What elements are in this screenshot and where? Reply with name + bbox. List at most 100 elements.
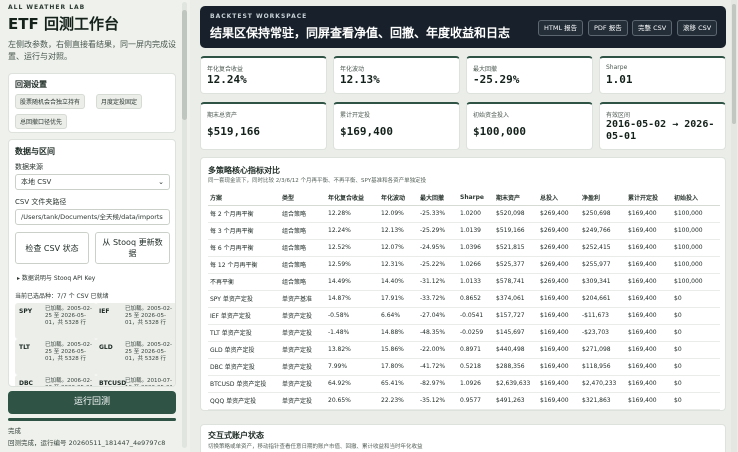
table-cell: $525,377: [494, 256, 538, 274]
table-cell: 0.9577: [458, 392, 494, 410]
metric-value: 1.01: [606, 73, 633, 86]
check-csv-button[interactable]: 检查 CSV 状态: [15, 232, 89, 264]
table-cell: 14.49%: [326, 273, 379, 291]
table-row: DBC 单资产定投 单资产定投 7.99% 17.80% -41.72% 0.5218 $2…: [208, 358, 720, 376]
table-cell: 12.13%: [379, 222, 418, 240]
table-header-row: 方案 类型 年化复合收益 年化波动 最大回撤 Sharpe 期末资产 总投入 净盈利 累计开定投初…: [208, 191, 720, 206]
table-cell: 单资产定投: [280, 358, 326, 376]
table-cell: $169,400: [626, 222, 672, 240]
table-cell: $145,697: [494, 324, 538, 342]
table-cell: $0: [672, 324, 720, 342]
column-header[interactable]: 期末资产: [494, 191, 538, 206]
chip-monthly-dca[interactable]: 月度定投固定: [96, 94, 143, 109]
column-header[interactable]: 总投入: [538, 191, 580, 206]
table-cell: -33.72%: [418, 290, 458, 308]
table-cell: 组合策略: [280, 222, 326, 240]
chip-drawdown-priority[interactable]: 总回撤口径优先: [15, 114, 68, 129]
metric-sharpe: Sharpe 1.01: [599, 56, 726, 94]
table-row: 每 6 个月再平衡 组合策略 12.52% 12.07% -24.95% 1.0396 $5…: [208, 239, 720, 257]
html-report-button[interactable]: HTML 报告: [538, 20, 584, 36]
table-cell: 1.0133: [458, 273, 494, 291]
sidebar-scroll-thumb[interactable]: [182, 10, 187, 120]
table-cell: $118,956: [580, 358, 626, 376]
table-cell: -24.95%: [418, 239, 458, 257]
app-title: ETF 回测工作台: [8, 15, 119, 33]
table-cell: 14.88%: [379, 324, 418, 342]
main-scroll-thumb[interactable]: [732, 4, 736, 124]
full-csv-button[interactable]: 完整 CSV: [632, 20, 673, 36]
sidebar-scrollbar[interactable]: [182, 2, 187, 448]
table-cell: $204,661: [580, 290, 626, 308]
metric-initial-capital: 初始资金投入 $100,000: [466, 102, 593, 150]
table-cell: 组合策略: [280, 256, 326, 274]
pdf-report-button[interactable]: PDF 报告: [588, 20, 628, 36]
table-cell: -$11,673: [580, 307, 626, 325]
metric-valid-range: 有效区间 2016-05-02 → 2026-05-01: [599, 102, 726, 150]
table-cell: $288,356: [494, 358, 538, 376]
table-cell: 单资产定投: [280, 341, 326, 359]
interactive-subtitle: 切换策略或单资产，移动指针查看任意日期的账户市值、回撤、累计收益和当时年化收益: [208, 444, 423, 450]
column-header[interactable]: 净盈利: [580, 191, 626, 206]
table-row: SPY 单资产定投 单资产基准 14.87% 17.91% -33.72% 0.8652 $…: [208, 290, 720, 308]
column-header[interactable]: 年化波动: [379, 191, 418, 206]
table-cell: 不再平衡: [208, 273, 280, 291]
table-cell: 组合策略: [280, 205, 326, 223]
metric-value: 12.24%: [207, 73, 247, 86]
column-header[interactable]: 累计开定投: [626, 191, 672, 206]
workspace-headline: 结果区保持常驻，同屏查看净值、回撤、年度收益和日志: [210, 26, 511, 40]
table-cell: -35.12%: [418, 392, 458, 410]
data-notes-toggle[interactable]: ▸ 数据说明与 Stooq API Key: [17, 273, 95, 282]
column-header[interactable]: Sharpe: [458, 191, 494, 206]
table-cell: SPY 单资产定投: [208, 290, 280, 308]
metric-total-dca: 累计开定投 $169,400: [333, 102, 460, 150]
strategy-comparison-card: 多策略核心指标对比 同一套现金流下，同时比较 2/3/6/12 个月再平衡、不再…: [200, 157, 726, 411]
table-cell: 0.8652: [458, 290, 494, 308]
chip-independent-hold[interactable]: 股票随机会合独立持有: [15, 94, 86, 109]
metric-value: $100,000: [473, 125, 526, 138]
settings-title: 回测设置: [15, 80, 47, 89]
metric-label: 累计开定投: [340, 112, 371, 119]
table-cell: 64.92%: [326, 375, 379, 393]
table-cell: -27.04%: [418, 307, 458, 325]
table-row: TLT 单资产定投 单资产定投 -1.48% 14.88% -48.35% -0.0259…: [208, 324, 720, 342]
table-cell: 每 2 个月再平衡: [208, 205, 280, 223]
run-backtest-button[interactable]: 运行回测: [8, 391, 176, 414]
table-cell: 20.65%: [326, 392, 379, 410]
table-cell: -82.97%: [418, 375, 458, 393]
table-cell: 12.52%: [326, 239, 379, 257]
table-cell: 每 12 个月再平衡: [208, 256, 280, 274]
column-header[interactable]: 初始投入: [672, 191, 720, 206]
table-row: IEF 单资产定投 单资产定投 -0.58% 6.64% -27.04% -0.0541 $…: [208, 307, 720, 325]
main-scrollbar[interactable]: [731, 0, 737, 452]
settings-card: 回测设置 股票随机会合独立持有 月度定投固定 总回撤口径优先: [8, 73, 176, 133]
table-cell: $252,415: [580, 239, 626, 257]
table-cell: 1.0266: [458, 256, 494, 274]
csv-path-input[interactable]: /Users/tank/Documents/全天候/data/imports: [15, 209, 170, 225]
table-cell: -48.35%: [418, 324, 458, 342]
table-cell: 1.0139: [458, 222, 494, 240]
table-cell: $520,098: [494, 205, 538, 223]
source-select[interactable]: 本地 CSV ⌄: [15, 174, 170, 190]
update-stooq-button[interactable]: 从 Stooq 更新数据: [95, 232, 170, 264]
asset-ticker: IEF: [99, 308, 110, 315]
workspace-eyebrow: BACKTEST WORKSPACE: [210, 13, 308, 20]
metric-cagr: 年化复合收益 12.24%: [200, 56, 327, 94]
table-cell: $169,400: [626, 324, 672, 342]
column-header[interactable]: 最大回撤: [418, 191, 458, 206]
run-progress-bar: [8, 418, 176, 421]
table-cell: $271,098: [580, 341, 626, 359]
asset-card-tlt: TLT 已加载。2005-02-25 至 2026-05-01，共 5328 行: [15, 339, 97, 375]
table-cell: $169,400: [626, 290, 672, 308]
metric-label: 期末总资产: [207, 112, 238, 119]
table-cell: 组合策略: [280, 273, 326, 291]
asset-card-ief: IEF 已加载。2005-02-25 至 2026-05-01，共 5328 行: [95, 303, 175, 339]
table-cell: $0: [672, 358, 720, 376]
table-cell: $491,263: [494, 392, 538, 410]
metric-label: Sharpe: [606, 64, 628, 71]
column-header[interactable]: 方案: [208, 191, 280, 206]
table-cell: $100,000: [672, 239, 720, 257]
rolling-csv-button[interactable]: 滚移 CSV: [677, 20, 718, 36]
asset-status: 已加载。2005-02-25 至 2026-05-01，共 5328 行: [125, 342, 172, 362]
column-header[interactable]: 类型: [280, 191, 326, 206]
column-header[interactable]: 年化复合收益: [326, 191, 379, 206]
